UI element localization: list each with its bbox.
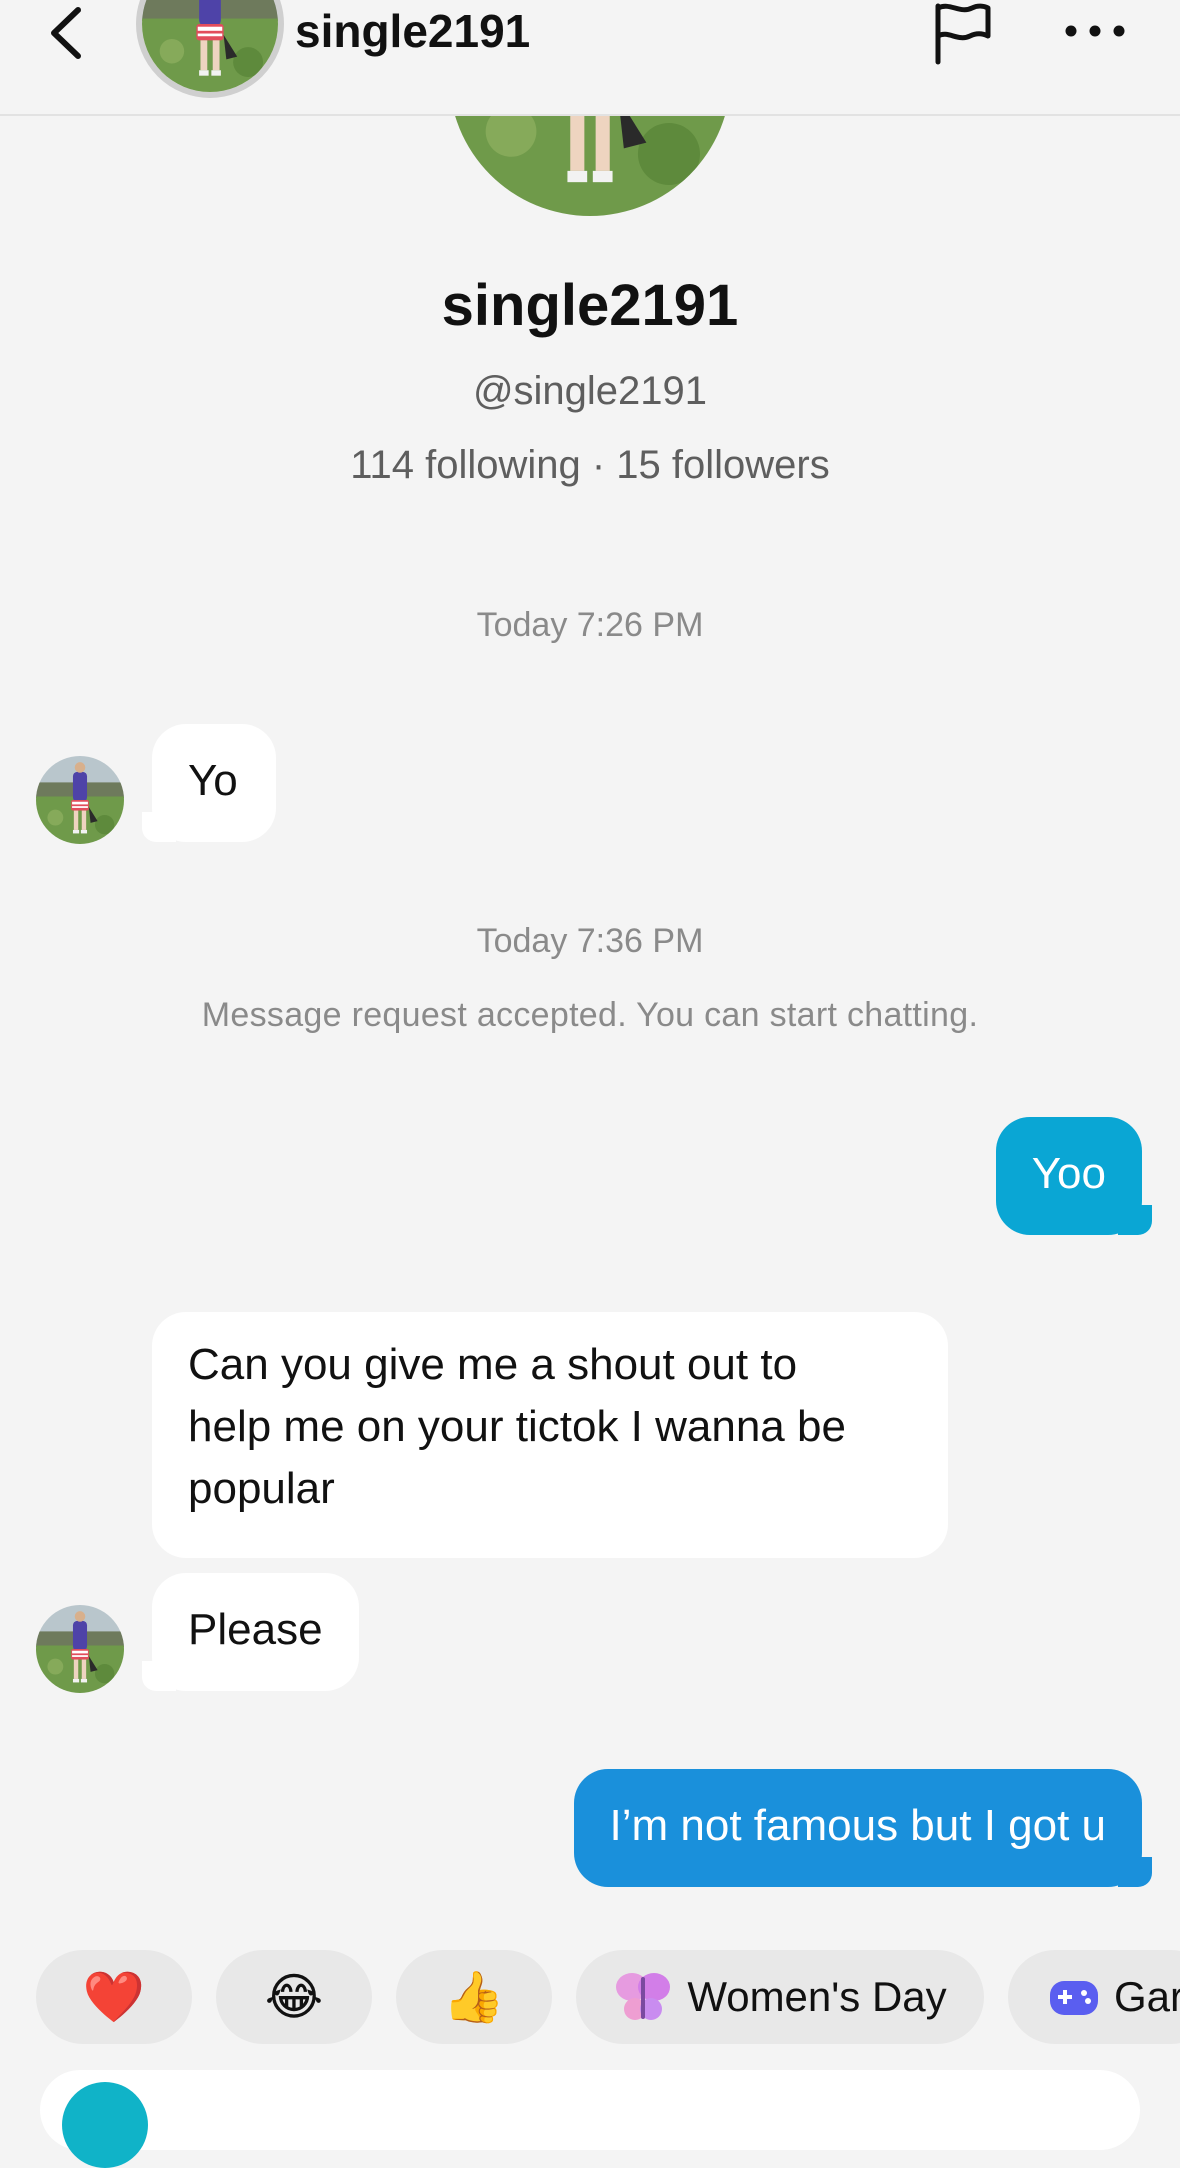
system-message: Message request accepted. You can start …: [201, 996, 979, 1034]
header-username[interactable]: single2191: [295, 2, 530, 60]
flag-icon: [935, 3, 991, 65]
profile-handle: @single2191: [472, 369, 708, 413]
quick-reaction-thumbs-up[interactable]: 👍: [396, 1950, 552, 2044]
profile-stats: 114 following · 15 followers: [350, 443, 830, 487]
message-text-line: help me on your tictok I wanna be: [188, 1402, 846, 1451]
back-button[interactable]: [44, 2, 94, 62]
timestamp: Today 7:26 PM: [476, 606, 704, 644]
heart-icon: ❤️: [82, 1968, 146, 2025]
profile-display-name: single2191: [441, 273, 739, 338]
chip-label: Women's Day: [687, 1973, 947, 2020]
chat-header: single2191: [0, 0, 1180, 116]
quick-reaction-games[interactable]: Gar: [1008, 1950, 1180, 2044]
message-text-line: Can you give me a shout out to: [188, 1340, 798, 1389]
gamepad-icon: [1050, 1981, 1098, 2015]
incoming-message[interactable]: Can you give me a shout out to help me o…: [152, 1312, 948, 1558]
message-text: Please: [188, 1605, 323, 1654]
incoming-message[interactable]: Yo: [142, 724, 276, 842]
message-text: I’m not famous but I got u: [609, 1801, 1106, 1850]
sender-avatar[interactable]: [36, 756, 124, 844]
header-avatar[interactable]: [136, 0, 284, 98]
chip-label: Gar: [1114, 1973, 1180, 2020]
thumbs-up-icon: 👍: [442, 1968, 506, 2025]
outgoing-message[interactable]: I’m not famous but I got u: [573, 1769, 1153, 1887]
message-input-bar[interactable]: [40, 2070, 1140, 2150]
timestamp: Today 7:36 PM: [476, 922, 704, 960]
sender-avatar[interactable]: [36, 1605, 124, 1693]
incoming-message[interactable]: Please: [142, 1573, 359, 1691]
quick-reaction-womens-day[interactable]: Women's Day: [576, 1950, 984, 2044]
quick-reaction-heart[interactable]: ❤️: [36, 1950, 192, 2044]
laughing-face-icon: 😂: [264, 1969, 324, 2025]
outgoing-message[interactable]: Yoo: [995, 1117, 1153, 1235]
report-button[interactable]: [928, 0, 998, 66]
message-text: Yoo: [1031, 1149, 1106, 1198]
chevron-left-icon: [51, 7, 81, 59]
message-text: Yo: [188, 756, 238, 805]
butterfly-icon: [616, 1973, 671, 2020]
message-text-line: popular: [188, 1464, 335, 1513]
camera-button[interactable]: [62, 2082, 148, 2168]
more-horizontal-icon: [1065, 25, 1125, 37]
quick-reaction-laugh[interactable]: 😂: [216, 1950, 372, 2044]
more-options-button[interactable]: [1060, 0, 1130, 60]
